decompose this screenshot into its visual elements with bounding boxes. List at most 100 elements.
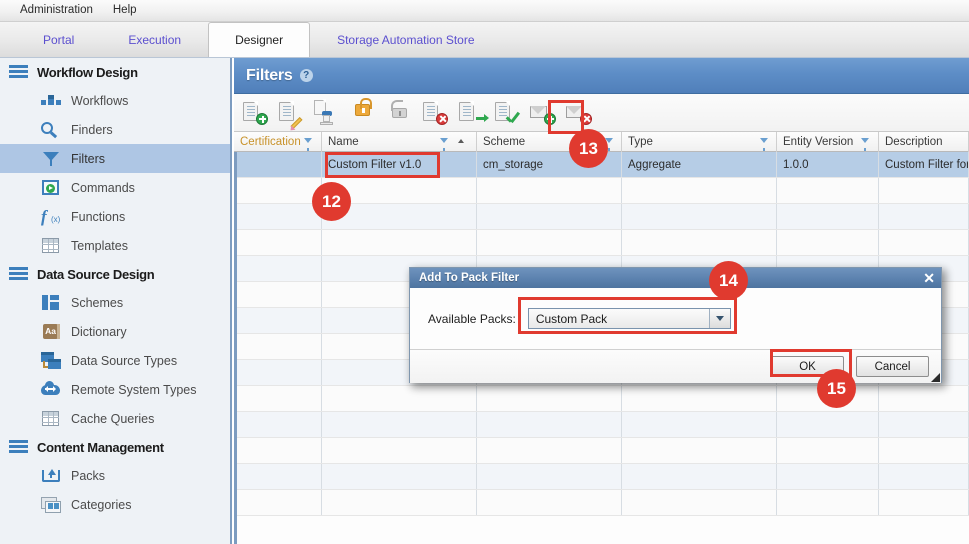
cell-empty [622, 438, 777, 463]
sidebar-item-label: Functions [71, 209, 126, 224]
sidebar-item-label: Remote System Types [71, 382, 197, 397]
cell-type: Aggregate [622, 152, 777, 177]
table-row-empty[interactable] [234, 490, 969, 516]
main-tab-strip: Portal Execution Designer Storage Automa… [0, 22, 969, 58]
sort-ascending-icon[interactable] [458, 139, 464, 143]
sidebar-item-categories[interactable]: Categories [0, 490, 230, 519]
table-row-empty[interactable] [234, 438, 969, 464]
filter-funnel-icon[interactable] [760, 138, 768, 151]
remove-from-pack-button[interactable] [566, 100, 592, 126]
grid-column-header-type[interactable]: Type [622, 132, 777, 152]
sidebar-item-label: Finders [71, 122, 113, 137]
help-icon[interactable]: ? [299, 69, 313, 82]
navigation-sidebar: Workflow Design Workflows Finders Filter… [0, 58, 232, 544]
sidebar-item-label: Packs [71, 468, 106, 483]
tab-storage-automation-store[interactable]: Storage Automation Store [310, 23, 501, 57]
chevron-down-icon[interactable] [708, 309, 730, 328]
unlock-filter-button[interactable] [386, 100, 412, 126]
cell-empty [879, 412, 969, 437]
sidebar-group-title: Data Source Design [37, 266, 155, 282]
cell-empty [777, 464, 879, 489]
sidebar-item-commands[interactable]: Commands [0, 173, 230, 202]
data-source-types-icon [40, 351, 62, 371]
edit-filter-button[interactable] [278, 100, 304, 129]
cell-empty [777, 412, 879, 437]
dictionary-book-icon: Aa [40, 322, 62, 342]
grid-column-header-entity-version[interactable]: Entity Version [777, 132, 879, 152]
table-row-empty[interactable] [234, 386, 969, 412]
sidebar-item-remote-system-types[interactable]: Remote System Types [0, 375, 230, 404]
cell-empty [879, 178, 969, 203]
cell-empty [234, 230, 322, 255]
grid-left-edge [234, 152, 237, 544]
available-packs-select[interactable]: Custom Pack [527, 308, 731, 329]
schemes-icon [40, 293, 62, 313]
cell-empty [234, 204, 322, 229]
cell-empty [322, 412, 477, 437]
dialog-title-bar: Add To Pack Filter ✕ [410, 268, 941, 288]
cell-empty [777, 204, 879, 229]
menu-item-help[interactable]: Help [103, 0, 147, 21]
cell-empty [234, 282, 322, 307]
lock-closed-icon [355, 97, 372, 116]
menu-item-administration[interactable]: Administration [10, 0, 103, 21]
sidebar-item-finders[interactable]: Finders [0, 115, 230, 144]
step-badge-13: 13 [569, 129, 608, 168]
table-row-empty[interactable] [234, 230, 969, 256]
sidebar-item-label: Filters [71, 151, 106, 166]
sidebar-item-workflows[interactable]: Workflows [0, 86, 230, 115]
hamburger-icon [9, 65, 28, 79]
table-row-empty[interactable] [234, 412, 969, 438]
sidebar-item-dictionary[interactable]: Aa Dictionary [0, 317, 230, 346]
table-row-empty[interactable] [234, 464, 969, 490]
workflows-icon [40, 91, 62, 111]
dialog-footer: OK Cancel [410, 350, 941, 383]
cell-empty [234, 256, 322, 281]
cell-empty [777, 178, 879, 203]
delete-filter-button[interactable] [422, 100, 448, 126]
cell-empty [622, 490, 777, 515]
dialog-cancel-button[interactable]: Cancel [856, 356, 929, 377]
cell-certification [234, 152, 322, 177]
cell-empty [477, 204, 622, 229]
cell-empty [879, 230, 969, 255]
clone-filter-button[interactable] [314, 99, 340, 126]
sidebar-item-cache-queries[interactable]: Cache Queries [0, 404, 230, 433]
grid-column-header-certification[interactable]: Certification [234, 132, 322, 152]
cell-empty [622, 204, 777, 229]
lock-filter-button[interactable] [350, 97, 376, 126]
play-window-icon [40, 178, 62, 198]
cell-empty [477, 464, 622, 489]
new-filter-button[interactable] [242, 100, 268, 126]
cell-empty [322, 438, 477, 463]
sidebar-item-functions[interactable]: f (x) Functions [0, 202, 230, 231]
filters-toolbar [234, 94, 969, 132]
add-to-pack-button[interactable] [530, 100, 556, 126]
grid-column-header-description[interactable]: Description [879, 132, 969, 152]
tab-execution[interactable]: Execution [101, 23, 208, 57]
table-icon [40, 236, 62, 256]
certify-filter-button[interactable] [494, 100, 520, 126]
tab-portal[interactable]: Portal [16, 23, 101, 57]
cell-empty [622, 386, 777, 411]
cell-empty [234, 438, 322, 463]
sidebar-item-packs[interactable]: Packs [0, 461, 230, 490]
cell-empty [477, 178, 622, 203]
cell-empty [879, 464, 969, 489]
close-icon[interactable]: ✕ [923, 271, 935, 285]
step-badge-14: 14 [709, 261, 748, 300]
sidebar-group-content-management: Content Management [0, 433, 230, 461]
fx-icon: f (x) [41, 206, 61, 226]
step-badge-15: 15 [817, 369, 856, 408]
sidebar-item-data-source-types[interactable]: Data Source Types [0, 346, 230, 375]
tab-designer[interactable]: Designer [208, 22, 311, 57]
sidebar-item-schemes[interactable]: Schemes [0, 288, 230, 317]
filter-funnel-icon[interactable] [440, 138, 448, 151]
grid-column-header-name[interactable]: Name [322, 132, 477, 152]
resize-grip-icon[interactable] [931, 373, 940, 382]
sidebar-item-filters[interactable]: Filters [0, 144, 230, 173]
filter-funnel-icon[interactable] [304, 138, 312, 151]
filter-funnel-icon[interactable] [861, 138, 869, 151]
sidebar-item-templates[interactable]: Templates [0, 231, 230, 260]
export-filter-button[interactable] [458, 100, 489, 126]
